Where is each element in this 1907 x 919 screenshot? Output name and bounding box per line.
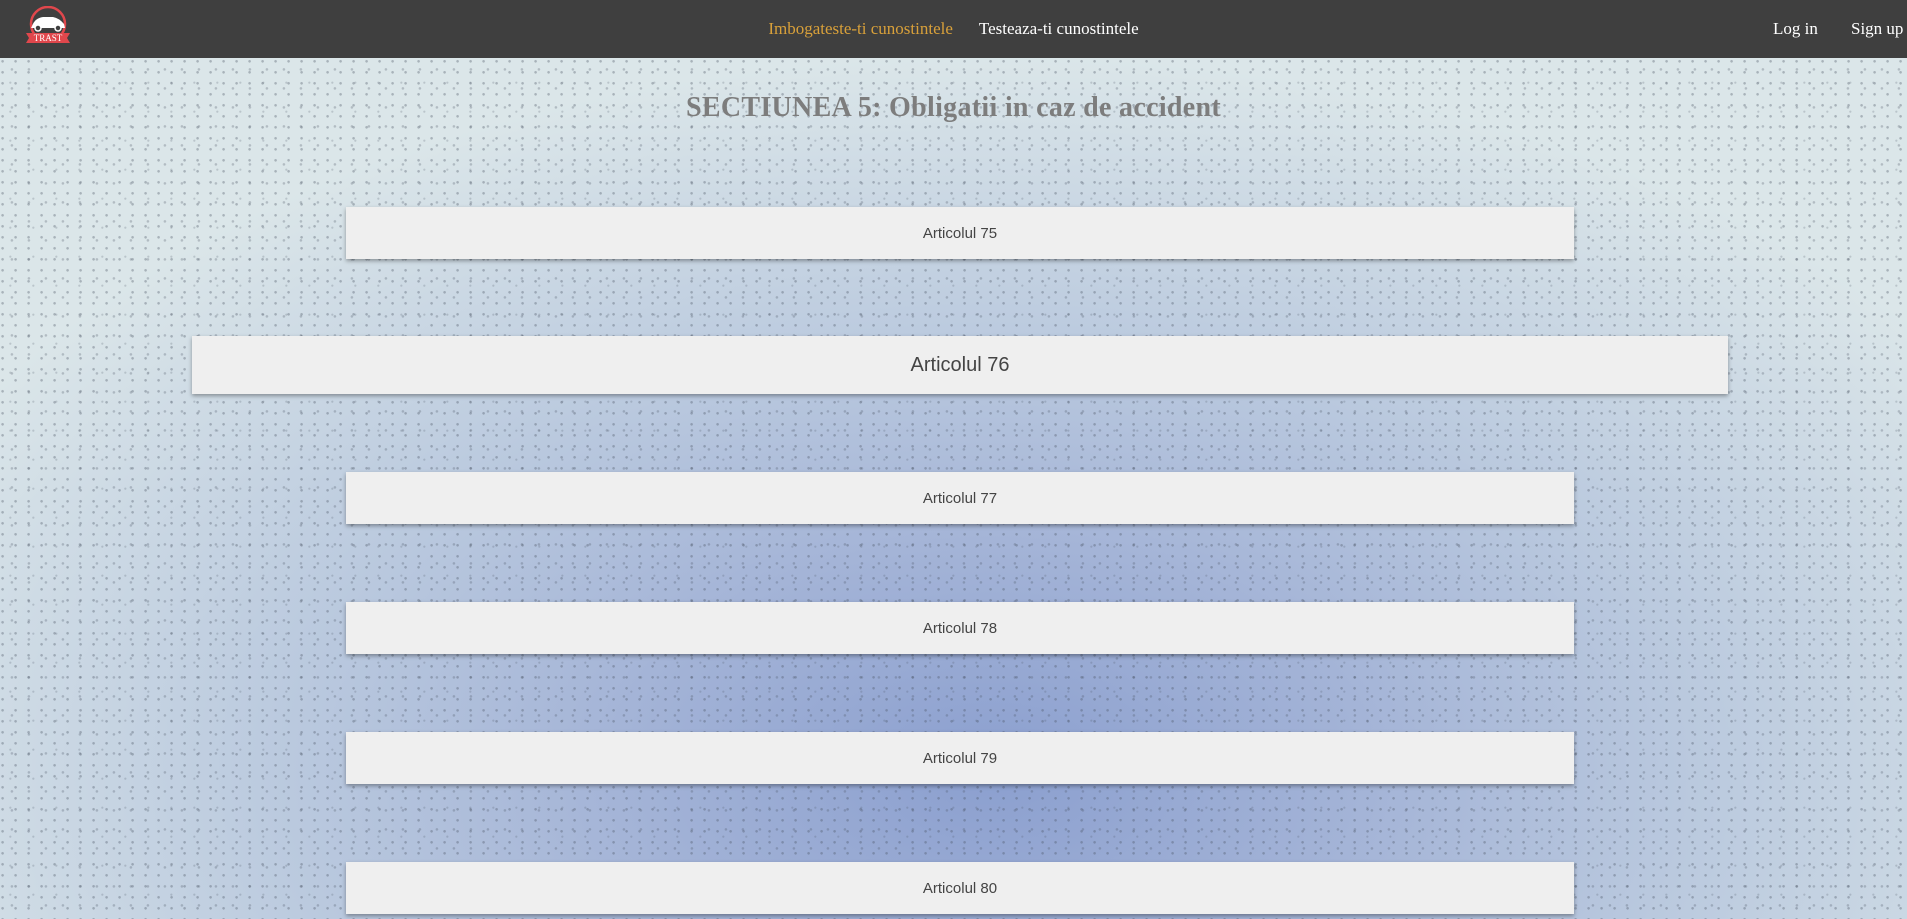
signup-link[interactable]: Sign up [1851,0,1903,58]
article-79-button[interactable]: Articolul 79 [346,732,1574,784]
car-logo-icon: TRAST [26,5,70,43]
article-label: Articolul 80 [922,879,998,897]
nav-link-testeaza[interactable]: Testeaza-ti cunostintele [979,19,1139,39]
article-label: Articolul 79 [922,749,998,767]
article-76-button[interactable]: Articolul 76 [192,336,1728,394]
login-link[interactable]: Log in [1773,0,1818,58]
article-label: Articolul 75 [922,224,998,242]
nav-link-imbogateste[interactable]: Imbogateste-ti cunostintele [768,19,953,39]
trast-logo[interactable]: TRAST [22,5,74,46]
article-label: Articolul 78 [922,619,998,637]
article-75-button[interactable]: Articolul 75 [346,207,1574,259]
logo-text: TRAST [34,33,63,43]
article-label: Articolul 77 [922,489,998,507]
article-label: Articolul 76 [910,353,1010,376]
article-77-button[interactable]: Articolul 77 [346,472,1574,524]
article-78-button[interactable]: Articolul 78 [346,602,1574,654]
page-title: SECTIUNEA 5: Obligatii in caz de acciden… [686,92,1221,123]
top-navbar: TRAST Imbogateste-ti cunostintele Testea… [0,0,1907,58]
article-80-button[interactable]: Articolul 80 [346,862,1574,914]
